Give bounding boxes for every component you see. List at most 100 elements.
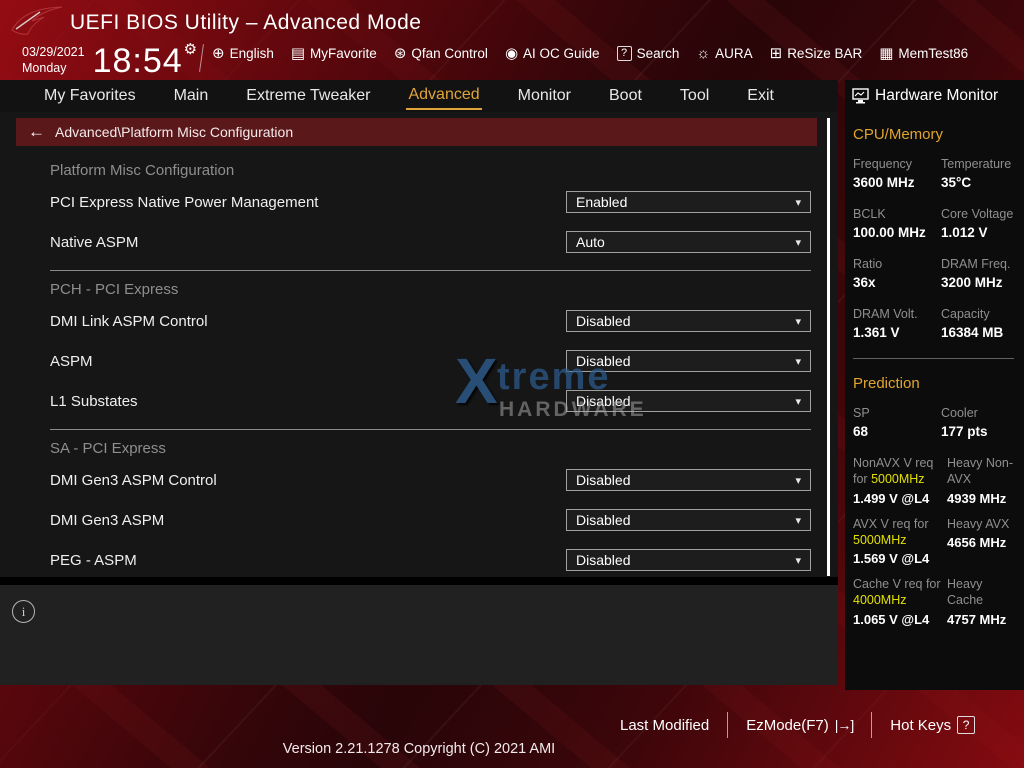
section-divider	[50, 270, 811, 271]
setting-label: DMI Gen3 ASPM	[50, 512, 164, 529]
tab-my-favorites[interactable]: My Favorites	[42, 83, 138, 109]
stat-sp: SP 68	[853, 406, 939, 439]
setting-row: PEG - ASPM Disabled ▾	[50, 540, 811, 580]
day-text: Monday	[22, 61, 85, 77]
section-title: Platform Misc Configuration	[50, 162, 811, 182]
cpu-memory-stats: Frequency 3600 MHz Temperature 35°C BCLK…	[853, 157, 1016, 340]
pred-heavy-cache: Heavy Cache 4757 MHz	[947, 576, 1016, 627]
myfavorite-button[interactable]: ▤ MyFavorite	[291, 46, 377, 61]
pred-cache-vreq: Cache V req for 4000MHz 1.065 V @L4	[853, 576, 945, 627]
ezmode-button[interactable]: EzMode(F7) |→]	[746, 717, 853, 734]
setting-row: Native ASPM Auto ▾	[50, 222, 811, 262]
aura-label: AURA	[715, 46, 753, 61]
ai-oc-guide-button[interactable]: ◉ AI OC Guide	[505, 46, 600, 61]
setting-row: L1 Substates Disabled ▾	[50, 381, 811, 421]
tab-advanced[interactable]: Advanced	[406, 82, 481, 110]
hardware-monitor-panel: Hardware Monitor CPU/Memory Frequency 36…	[845, 80, 1024, 690]
aspm-select[interactable]: Disabled ▾	[566, 350, 811, 372]
tab-tool[interactable]: Tool	[678, 83, 711, 109]
hot-keys-button[interactable]: Hot Keys ?	[890, 716, 975, 734]
ai-oc-icon: ◉	[505, 46, 518, 61]
search-label: Search	[637, 46, 680, 61]
chevron-down-icon: ▾	[795, 474, 801, 487]
last-modified-button[interactable]: Last Modified	[620, 717, 709, 734]
section-divider	[50, 429, 811, 430]
prediction-title: Prediction	[853, 375, 1016, 392]
header: UEFI BIOS Utility – Advanced Mode 03/29/…	[0, 0, 1024, 80]
setting-label: DMI Gen3 ASPM Control	[50, 472, 217, 489]
language-button[interactable]: ⊕ English	[212, 46, 274, 61]
hardware-monitor-body: CPU/Memory Frequency 3600 MHz Temperatur…	[845, 112, 1024, 627]
ezmode-exit-icon: |→]	[835, 717, 854, 733]
stat-cooler: Cooler 177 pts	[941, 406, 1016, 439]
pred-avx-vreq: AVX V req for 5000MHz 1.569 V @L4	[853, 516, 945, 567]
main-menu: My Favorites Main Extreme Tweaker Advanc…	[0, 80, 838, 112]
aura-icon: ☼	[696, 46, 710, 61]
dmi-gen3-aspm-select[interactable]: Disabled ▾	[566, 509, 811, 531]
content-area: ← Advanced\Platform Misc Configuration P…	[0, 112, 838, 685]
tab-main[interactable]: Main	[172, 83, 211, 109]
tab-boot[interactable]: Boot	[607, 83, 644, 109]
search-button[interactable]: ? Search	[617, 46, 680, 61]
back-arrow-icon[interactable]: ←	[28, 122, 45, 142]
settings-list: Platform Misc Configuration PCI Express …	[0, 152, 838, 580]
l1-substates-select[interactable]: Disabled ▾	[566, 390, 811, 412]
resize-bar-icon: ⊞	[770, 46, 783, 61]
fan-icon: ⊛	[394, 46, 407, 61]
breadcrumb-text: Advanced\Platform Misc Configuration	[55, 124, 293, 140]
qfan-label: Qfan Control	[411, 46, 488, 61]
chevron-down-icon: ▾	[795, 395, 801, 408]
resize-bar-label: ReSize BAR	[787, 46, 862, 61]
stat-frequency: Frequency 3600 MHz	[853, 157, 939, 190]
hardware-monitor-title: Hardware Monitor	[875, 87, 998, 105]
stat-dram-volt: DRAM Volt. 1.361 V	[853, 307, 939, 340]
tab-monitor[interactable]: Monitor	[516, 83, 573, 109]
ai-oc-label: AI OC Guide	[523, 46, 600, 61]
native-aspm-select[interactable]: Auto ▾	[566, 231, 811, 253]
setting-label: DMI Link ASPM Control	[50, 313, 208, 330]
stat-capacity: Capacity 16384 MB	[941, 307, 1016, 340]
header-separator	[199, 44, 204, 72]
pci-express-native-power-select[interactable]: Enabled ▾	[566, 191, 811, 213]
tab-exit[interactable]: Exit	[745, 83, 776, 109]
aura-button[interactable]: ☼ AURA	[696, 46, 752, 61]
settings-panel: ← Advanced\Platform Misc Configuration P…	[0, 112, 838, 577]
setting-row: DMI Link ASPM Control Disabled ▾	[50, 301, 811, 341]
chevron-down-icon: ▾	[795, 196, 801, 209]
help-info-panel: i	[0, 585, 838, 685]
datetime: 03/29/2021 Monday 18:54⚙	[22, 42, 198, 78]
pred-nonavx-vreq: NonAVX V req for 5000MHz 1.499 V @L4	[853, 455, 945, 506]
setting-row: ASPM Disabled ▾	[50, 341, 811, 381]
chevron-down-icon: ▾	[795, 554, 801, 567]
resize-bar-button[interactable]: ⊞ ReSize BAR	[770, 46, 863, 61]
setting-label: PCI Express Native Power Management	[50, 194, 318, 211]
dmi-link-aspm-select[interactable]: Disabled ▾	[566, 310, 811, 332]
setting-label: ASPM	[50, 353, 93, 370]
monitor-icon	[852, 88, 869, 104]
setting-label: PEG - ASPM	[50, 552, 137, 569]
dmi-gen3-aspm-control-select[interactable]: Disabled ▾	[566, 469, 811, 491]
tab-extreme-tweaker[interactable]: Extreme Tweaker	[244, 83, 372, 109]
prediction-entries: NonAVX V req for 5000MHz 1.499 V @L4 Hea…	[853, 455, 1016, 627]
date-text: 03/29/2021	[22, 45, 85, 61]
chevron-down-icon: ▾	[795, 514, 801, 527]
info-icon: i	[12, 600, 35, 623]
prediction-stats: SP 68 Cooler 177 pts	[853, 406, 1016, 439]
time-settings-gear-icon[interactable]: ⚙	[184, 41, 198, 58]
app-title: UEFI BIOS Utility – Advanced Mode	[70, 11, 421, 35]
setting-label: Native ASPM	[50, 234, 138, 251]
stat-dram-freq: DRAM Freq. 3200 MHz	[941, 257, 1016, 290]
language-label: English	[230, 46, 274, 61]
time-text: 18:54⚙	[93, 42, 199, 78]
setting-row: PCI Express Native Power Management Enab…	[50, 182, 811, 222]
setting-label: L1 Substates	[50, 393, 138, 410]
peg-aspm-select[interactable]: Disabled ▾	[566, 549, 811, 571]
chevron-down-icon: ▾	[795, 315, 801, 328]
scrollbar[interactable]	[827, 118, 830, 576]
stat-bclk: BCLK 100.00 MHz	[853, 207, 939, 240]
breadcrumb: ← Advanced\Platform Misc Configuration	[16, 118, 817, 146]
sidebar-divider	[853, 358, 1014, 359]
myfavorite-icon: ▤	[291, 46, 305, 61]
qfan-control-button[interactable]: ⊛ Qfan Control	[394, 46, 488, 61]
memtest-button[interactable]: ▦ MemTest86	[879, 46, 968, 61]
